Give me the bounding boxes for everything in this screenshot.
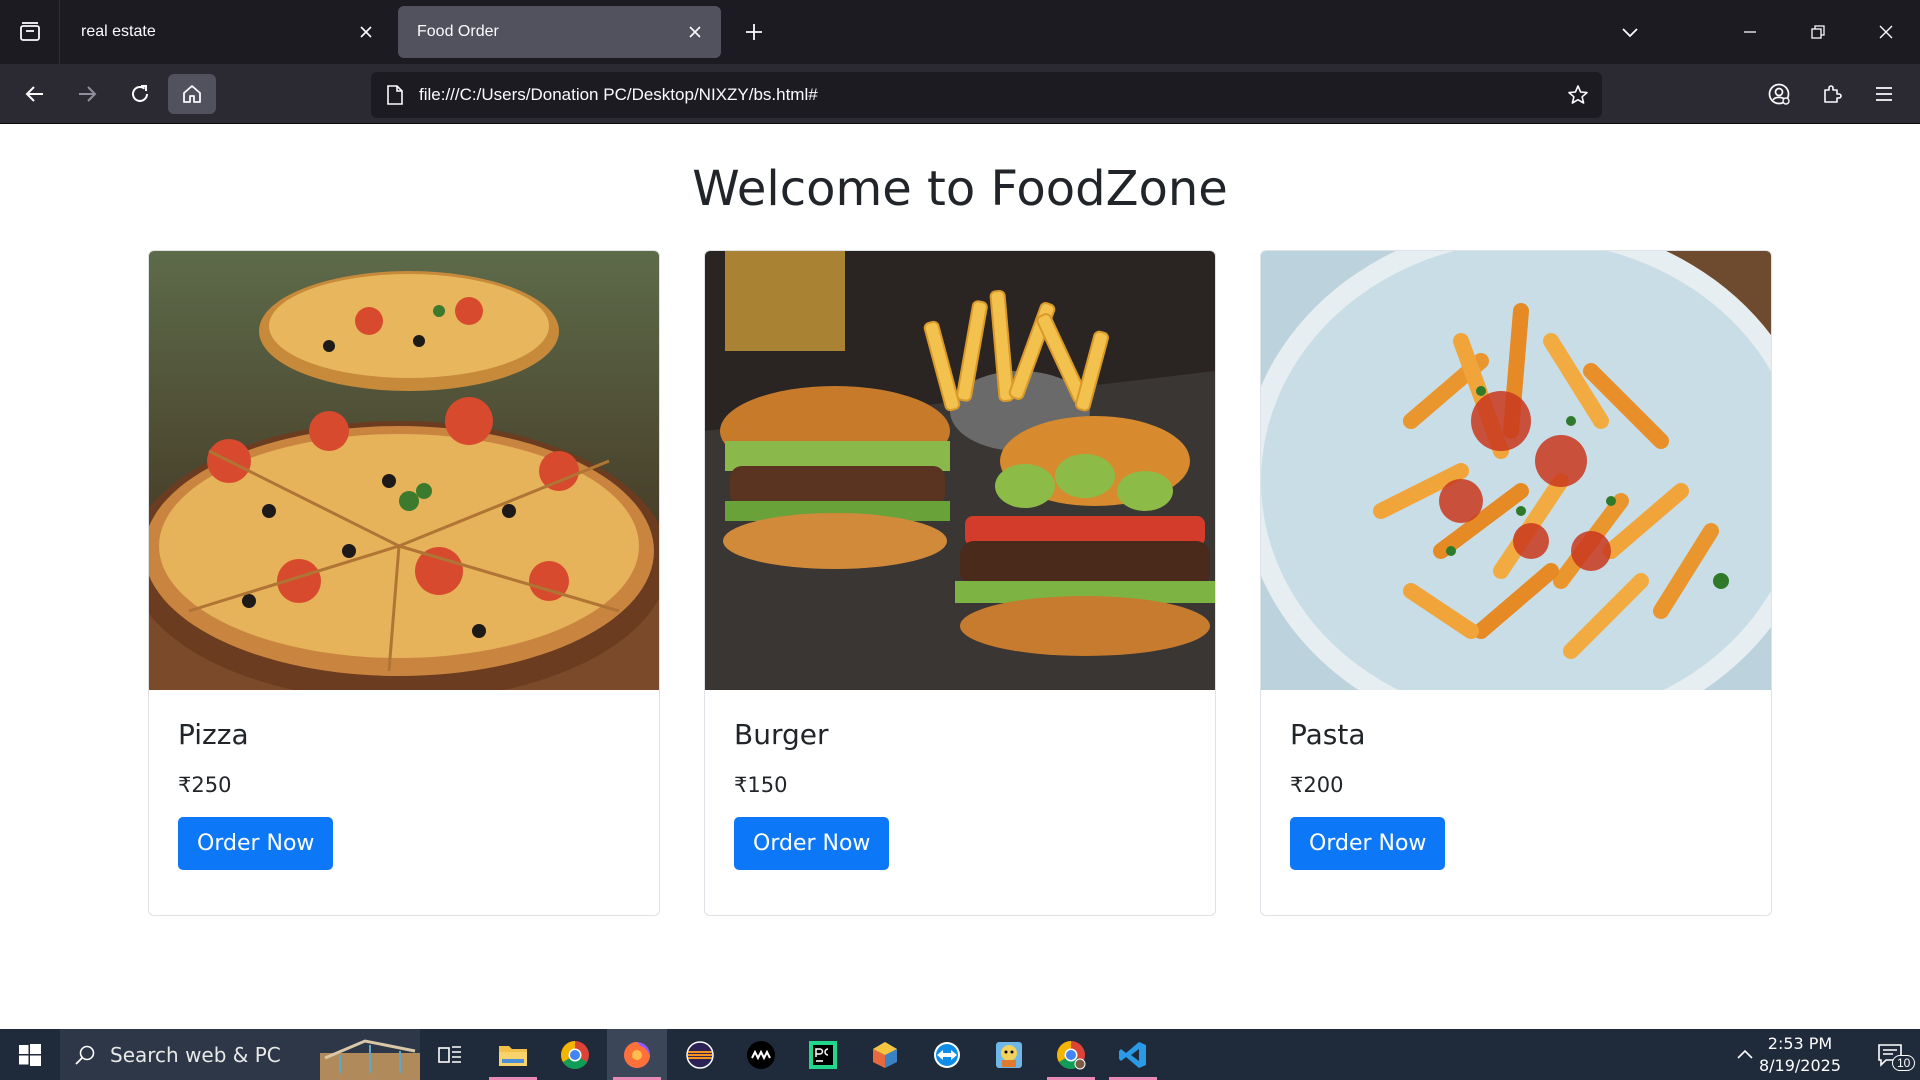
taskbar-app-teamviewer[interactable] (917, 1029, 977, 1080)
chrome-profile-icon (1057, 1040, 1086, 1069)
search-placeholder: Search web & PC (110, 1042, 281, 1067)
food-price: ₹250 (178, 773, 232, 797)
extensions-button[interactable] (1808, 74, 1856, 114)
burger-photo (705, 251, 1215, 690)
app-mascot-icon (996, 1041, 1022, 1068)
clock-time: 2:53 PM (1767, 1034, 1833, 1053)
chevron-down-icon (1622, 28, 1638, 38)
restore-button[interactable] (1784, 0, 1852, 64)
account-icon (1768, 83, 1790, 105)
pycharm-icon (809, 1040, 837, 1069)
taskbar-app-vscode[interactable] (1103, 1029, 1163, 1080)
task-view-icon (438, 1045, 461, 1063)
close-tab-icon[interactable] (683, 20, 707, 44)
vscode-icon (1119, 1041, 1146, 1068)
windows-taskbar: Search web & PC 2:53 PM 8/19/2025 10 (0, 1029, 1920, 1080)
search-icon (60, 1044, 110, 1066)
hamburger-menu-icon (1876, 87, 1892, 101)
order-now-button[interactable]: Order Now (734, 817, 890, 870)
close-window-button[interactable] (1852, 0, 1920, 64)
app-cube-icon (873, 1041, 897, 1068)
reload-button[interactable] (116, 74, 164, 114)
pasta-photo (1261, 251, 1771, 690)
taskbar-app-cube[interactable] (855, 1029, 915, 1080)
food-name: Burger (734, 718, 829, 751)
page-content: Welcome to FoodZone Pizza ₹250 Order Now… (0, 125, 1920, 1029)
food-price: ₹200 (1290, 773, 1344, 797)
tab-real-estate[interactable]: real estate (62, 6, 392, 58)
task-view-button[interactable] (420, 1029, 480, 1080)
tab-label: Food Order (417, 23, 499, 40)
minimize-icon (1744, 31, 1756, 33)
action-center-button[interactable]: 10 (1860, 1029, 1920, 1080)
food-card-pizza: Pizza ₹250 Order Now (148, 250, 660, 916)
firefox-view-icon (19, 22, 40, 41)
taskbar-app-nvidia[interactable] (731, 1029, 791, 1080)
puzzle-piece-icon (1824, 85, 1842, 103)
reload-icon (132, 85, 148, 102)
taskbar-app-chrome-profile[interactable] (1041, 1029, 1101, 1080)
arrow-left-icon (25, 86, 43, 102)
food-name: Pasta (1290, 718, 1366, 751)
taskbar-app-eclipse[interactable] (670, 1029, 730, 1080)
chrome-icon (561, 1040, 589, 1069)
navigation-toolbar: file:///C:/Users/Donation PC/Desktop/NIX… (0, 64, 1920, 124)
nvidia-icon (747, 1040, 775, 1069)
file-explorer-icon (499, 1045, 527, 1066)
address-bar[interactable]: file:///C:/Users/Donation PC/Desktop/NIX… (371, 72, 1602, 118)
home-icon (183, 85, 201, 103)
tab-label: real estate (81, 23, 156, 40)
taskbar-app-file-explorer[interactable] (483, 1029, 543, 1080)
clock-date: 8/19/2025 (1758, 1056, 1842, 1075)
food-price: ₹150 (734, 773, 788, 797)
notification-count-badge: 10 (1892, 1055, 1916, 1071)
back-button[interactable] (11, 74, 59, 114)
page-title: Welcome to FoodZone (692, 161, 1228, 217)
account-button[interactable] (1755, 74, 1803, 114)
url-text[interactable]: file:///C:/Users/Donation PC/Desktop/NIX… (419, 85, 1554, 105)
taskbar-search-box[interactable]: Search web & PC (60, 1029, 420, 1080)
order-now-button[interactable]: Order Now (178, 817, 334, 870)
plus-icon (746, 24, 762, 40)
food-card-burger: Burger ₹150 Order Now (704, 250, 1216, 916)
restore-icon (1811, 25, 1825, 39)
arrow-right-icon (79, 86, 97, 102)
eclipse-icon (686, 1040, 714, 1069)
bookmark-star-icon[interactable] (1554, 84, 1602, 106)
browser-tab-bar: real estate Food Order (0, 0, 1920, 64)
close-tab-icon[interactable] (354, 20, 378, 44)
firefox-icon (624, 1041, 650, 1068)
food-name: Pizza (178, 718, 249, 751)
search-highlight-image (320, 1039, 420, 1080)
food-card-pasta: Pasta ₹200 Order Now (1260, 250, 1772, 916)
menu-button[interactable] (1860, 74, 1908, 114)
home-button[interactable] (168, 74, 216, 114)
new-tab-button[interactable] (736, 14, 772, 50)
list-all-tabs-button[interactable] (1612, 14, 1648, 50)
minimize-button[interactable] (1716, 0, 1784, 64)
pizza-photo (149, 251, 659, 690)
windows-logo-icon (19, 1043, 41, 1066)
page-icon (371, 85, 419, 105)
taskbar-app-chrome[interactable] (545, 1029, 605, 1080)
close-icon (1879, 25, 1893, 39)
taskbar-app-mascot[interactable] (979, 1029, 1039, 1080)
order-now-button[interactable]: Order Now (1290, 817, 1446, 870)
taskbar-app-firefox[interactable] (607, 1029, 667, 1080)
forward-button[interactable] (63, 74, 111, 114)
tab-food-order[interactable]: Food Order (398, 6, 721, 58)
start-button[interactable] (0, 1029, 60, 1080)
taskbar-app-pycharm[interactable] (793, 1029, 853, 1080)
firefox-view-button[interactable] (0, 0, 60, 64)
taskbar-clock[interactable]: 2:53 PM 8/19/2025 (1745, 1033, 1855, 1077)
teamviewer-icon (934, 1041, 960, 1068)
